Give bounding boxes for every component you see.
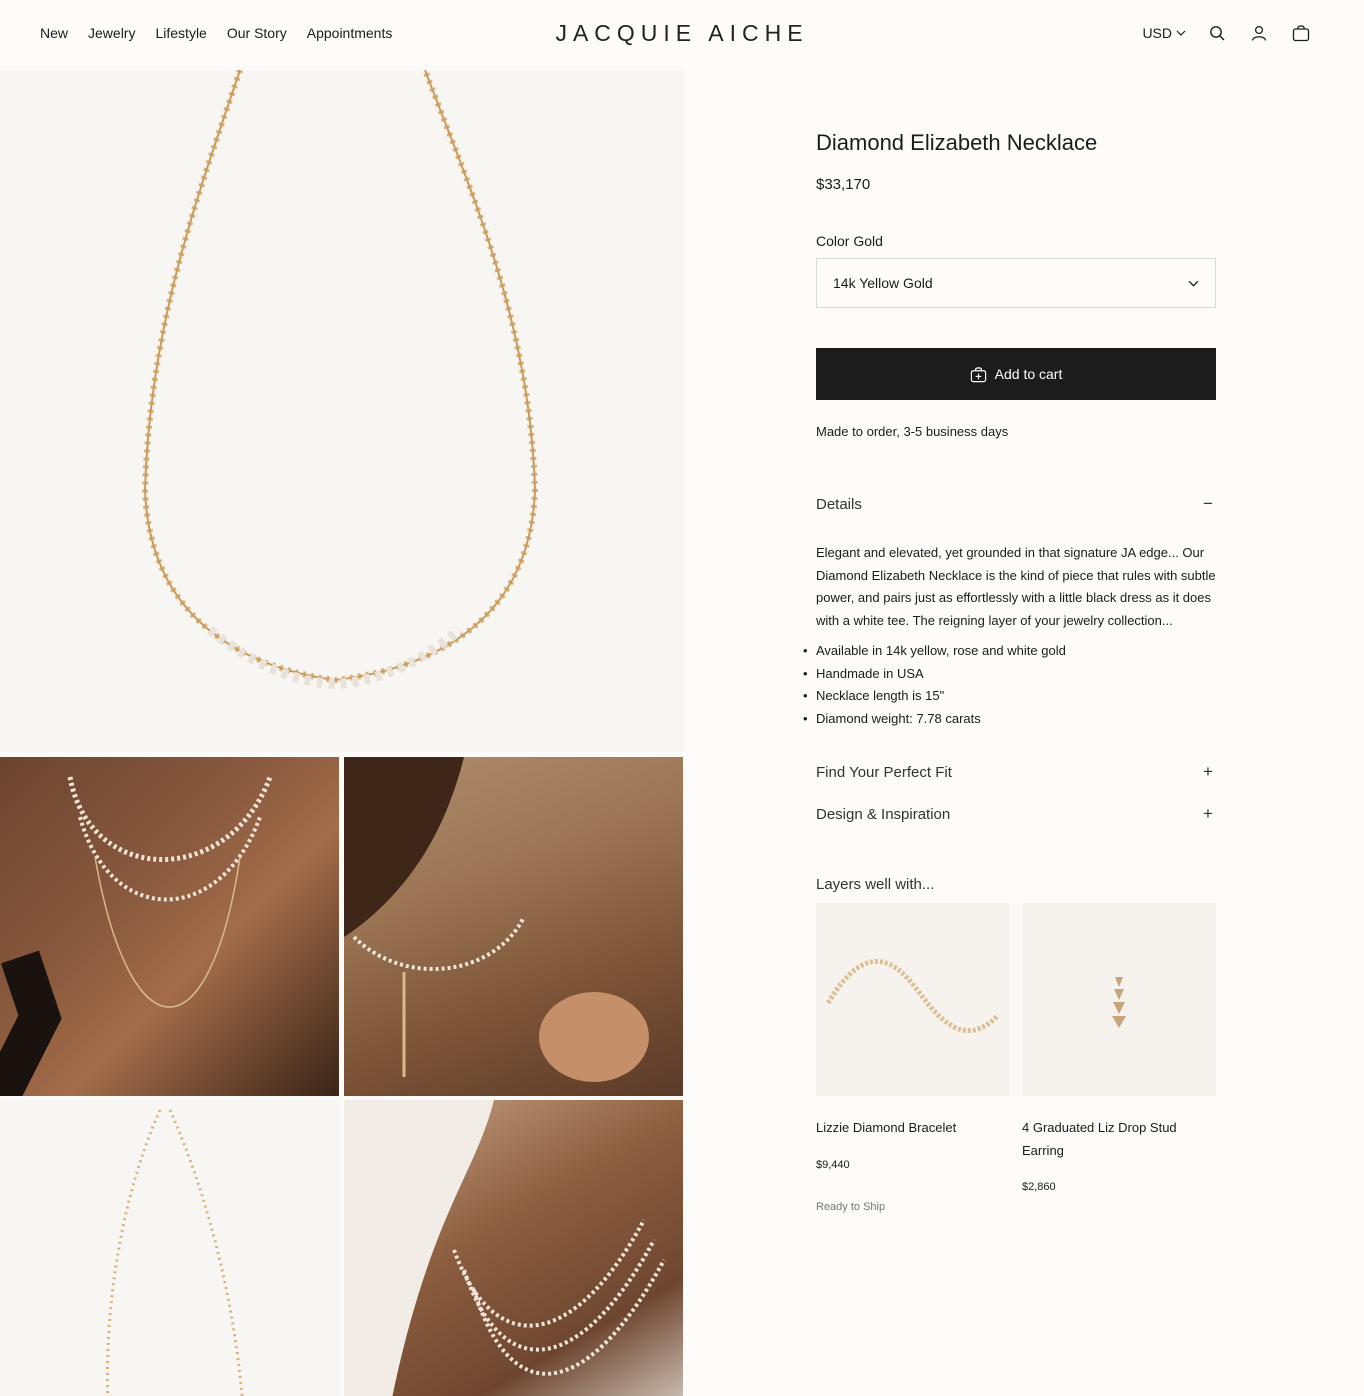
product-image-flat-lay[interactable] bbox=[0, 1100, 339, 1396]
bag-plus-icon bbox=[970, 366, 986, 382]
layers-well-with-heading: Layers well with... bbox=[816, 876, 935, 893]
shipping-note: Made to order, 3-5 business days bbox=[816, 424, 1009, 439]
search-icon[interactable] bbox=[1206, 22, 1228, 44]
metal-color-select[interactable]: 14k Yellow Gold bbox=[816, 258, 1216, 308]
product-title: Diamond Elizabeth Necklace bbox=[816, 130, 1098, 155]
product-card: 4 Graduated Liz Drop Stud Earring $2,860 bbox=[1022, 903, 1216, 1213]
product-card-image[interactable] bbox=[816, 903, 1010, 1096]
currency-label: USD bbox=[1142, 25, 1172, 41]
model-image-stacked-necklaces[interactable] bbox=[344, 1100, 683, 1396]
metal-color-value: 14k Yellow Gold bbox=[833, 275, 933, 291]
product-image-main[interactable] bbox=[0, 70, 683, 752]
product-card: Lizzie Diamond Bracelet $9,440 Ready to … bbox=[816, 903, 1010, 1213]
product-gallery bbox=[0, 70, 683, 1396]
header-tools: USD bbox=[1142, 22, 1312, 44]
add-to-cart-button[interactable]: Add to cart bbox=[816, 348, 1216, 400]
product-description: Elegant and elevated, yet grounded in th… bbox=[816, 545, 1216, 628]
feature-item: Available in 14k yellow, rose and white … bbox=[803, 640, 1216, 663]
design-inspiration-title: Design & Inspiration bbox=[816, 805, 951, 823]
model-image-layered-necklaces[interactable] bbox=[0, 757, 339, 1096]
color-label: Color Gold bbox=[816, 233, 883, 249]
product-card-name[interactable]: 4 Graduated Liz Drop Stud Earring bbox=[1022, 1117, 1216, 1162]
feature-item: Handmade in USA bbox=[803, 663, 1216, 686]
currency-selector[interactable]: USD bbox=[1142, 25, 1186, 41]
bag-icon[interactable] bbox=[1290, 22, 1312, 44]
minus-icon: − bbox=[1203, 494, 1213, 513]
product-card-status: Ready to Ship bbox=[816, 1200, 886, 1213]
perfect-fit-accordion-header[interactable]: Find Your Perfect Fit + bbox=[816, 762, 1216, 782]
perfect-fit-title: Find Your Perfect Fit bbox=[816, 763, 952, 781]
user-icon[interactable] bbox=[1248, 22, 1270, 44]
chevron-down-icon bbox=[1176, 30, 1186, 36]
site-header: New Jewelry Lifestyle Our Story Appointm… bbox=[0, 0, 1364, 70]
product-features-list: Available in 14k yellow, rose and white … bbox=[803, 640, 1216, 731]
chevron-down-icon bbox=[1188, 280, 1199, 287]
product-card-price: $2,860 bbox=[1022, 1181, 1056, 1193]
feature-item: Necklace length is 15" bbox=[803, 685, 1216, 708]
details-accordion-header[interactable]: Details − bbox=[816, 494, 1216, 514]
feature-item: Diamond weight: 7.78 carats bbox=[803, 708, 1216, 731]
product-card-price: $9,440 bbox=[816, 1158, 850, 1171]
product-info: Diamond Elizabeth Necklace $33,170 Color… bbox=[803, 120, 1216, 1213]
plus-icon: + bbox=[1203, 762, 1213, 781]
product-card-name[interactable]: Lizzie Diamond Bracelet bbox=[816, 1117, 1010, 1140]
details-title: Details bbox=[816, 495, 862, 513]
plus-icon: + bbox=[1203, 804, 1213, 823]
product-price: $33,170 bbox=[816, 176, 871, 193]
add-to-cart-label: Add to cart bbox=[994, 366, 1063, 382]
product-card-image[interactable] bbox=[1022, 903, 1216, 1096]
design-inspiration-accordion-header[interactable]: Design & Inspiration + bbox=[816, 804, 1216, 824]
model-image-necklace-and-rings[interactable] bbox=[344, 757, 683, 1096]
recommended-products: Lizzie Diamond Bracelet $9,440 Ready to … bbox=[816, 903, 1216, 1213]
